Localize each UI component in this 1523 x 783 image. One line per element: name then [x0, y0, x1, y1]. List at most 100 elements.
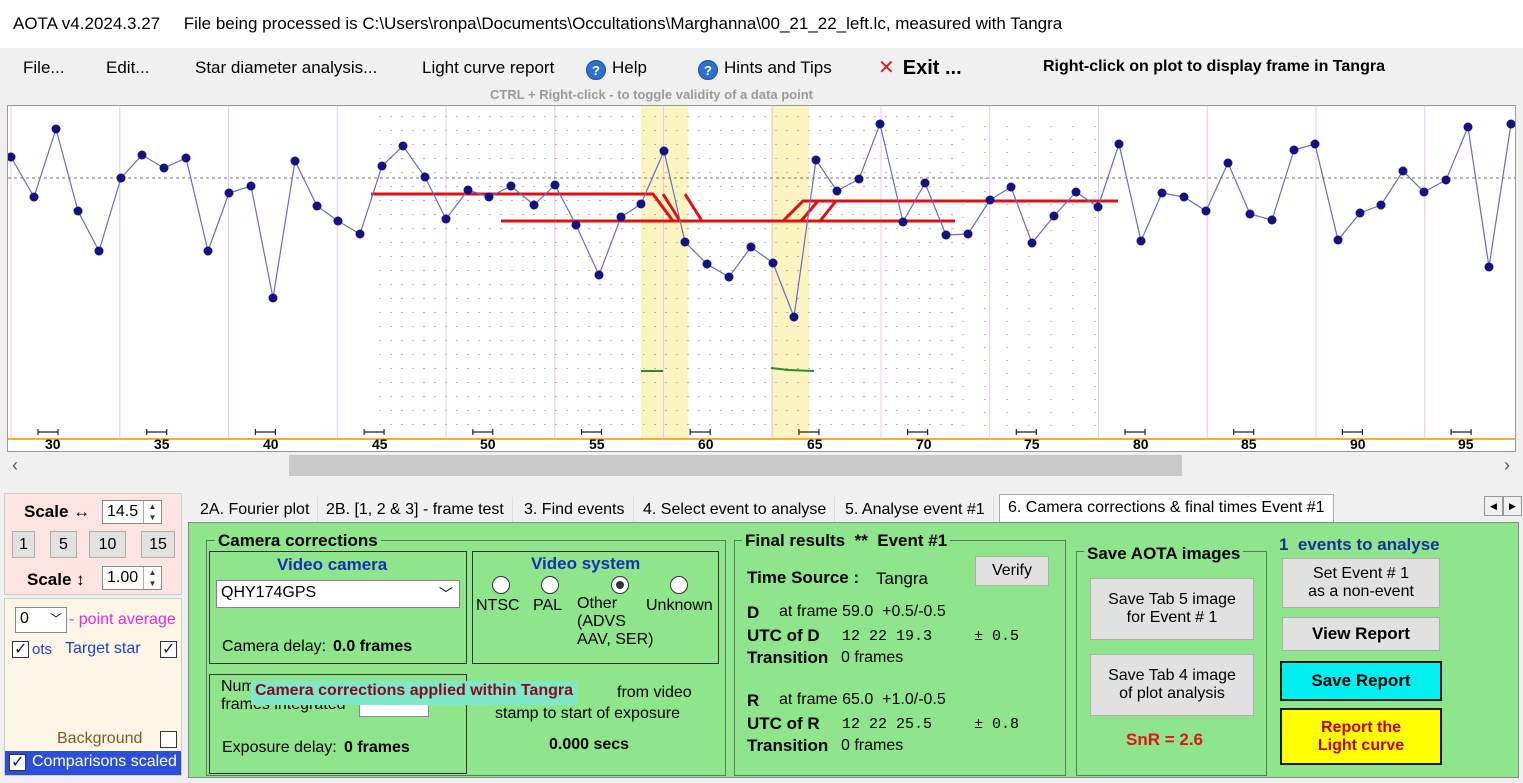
camera-select[interactable]: QHY174GPS ﹀ — [216, 580, 460, 608]
data-point — [116, 173, 126, 183]
data-point — [789, 312, 799, 322]
chevron-left-icon[interactable]: ◀ — [1484, 496, 1503, 516]
data-point — [1136, 236, 1146, 246]
stamp-to-start-label: stamp to start of exposure — [495, 705, 680, 722]
x-tick — [580, 429, 603, 435]
tab-frame-test[interactable]: 2B. [1, 2 & 3] - frame test — [318, 497, 513, 524]
tab-fourier[interactable]: 2A. Fourier plot — [192, 497, 319, 524]
comparisons-row[interactable]: Comparisons scaled — [5, 751, 181, 775]
r-frame: at frame 65.0 +1.0/-0.5 — [779, 691, 946, 708]
save-report-button[interactable]: Save Report — [1280, 661, 1442, 701]
x-tick — [689, 429, 711, 435]
data-point — [854, 174, 864, 184]
spin-arrows-icon[interactable]: ▲ ▼ — [143, 567, 161, 589]
light-curve-svg[interactable] — [6, 106, 1516, 451]
x-tick — [472, 429, 494, 435]
chevron-right-icon[interactable]: ▶ — [1503, 496, 1522, 516]
scale-button-10[interactable]: 10 — [89, 531, 126, 558]
d-letter: D — [747, 603, 760, 622]
utc-r-error: ± 0.8 — [974, 716, 1020, 733]
menu-exit[interactable]: ✕ Exit ... — [878, 55, 962, 80]
light-curve-plot[interactable] — [6, 105, 1516, 452]
tab-analyse-event[interactable]: 5. Analyse event #1 — [837, 497, 994, 524]
radio-pal[interactable] — [541, 576, 559, 594]
tab-scroll-arrows[interactable]: ◀ ▶ — [1484, 496, 1522, 516]
scrollbar-thumb[interactable] — [289, 455, 1182, 476]
camera-delay-value: 0.0 frames — [333, 638, 413, 655]
window-title: AOTA v4.2024.3.27 File being processed i… — [13, 14, 1063, 33]
time-source-label: Time Source : — [747, 568, 860, 587]
radio-ntsc[interactable] — [492, 576, 510, 594]
tab-find-events[interactable]: 3. Find events — [516, 497, 634, 524]
non-event-button[interactable]: Set Event # 1 as a non-event — [1282, 558, 1440, 608]
right-click-hint: Right-click on plot to display frame in … — [1043, 58, 1385, 75]
utc-r-value: 12 22 25.5 — [842, 716, 933, 733]
scale-button-1[interactable]: 1 — [12, 531, 35, 558]
chevron-left-icon[interactable]: ‹ — [12, 455, 18, 476]
chevron-right-icon[interactable]: › — [1504, 455, 1510, 476]
point-average-select[interactable]: 0 ﹀ — [15, 607, 67, 633]
spin-arrows-icon[interactable]: ▲ ▼ — [143, 501, 161, 523]
data-point — [1114, 139, 1124, 149]
menu-file[interactable]: File... — [23, 58, 65, 78]
pal-label: PAL — [533, 597, 563, 614]
data-point — [702, 259, 712, 269]
plot-scrollbar[interactable]: ‹ › — [7, 455, 1516, 477]
data-point — [680, 237, 690, 247]
data-point — [1398, 166, 1408, 176]
point-average-value: 0 — [20, 610, 29, 627]
view-report-button[interactable]: View Report — [1282, 617, 1440, 651]
transition-r-label: Transition — [747, 736, 829, 755]
tab-select-event[interactable]: 4. Select event to analyse — [635, 497, 836, 524]
data-point — [941, 230, 951, 240]
background-checkbox[interactable] — [160, 731, 177, 748]
utc-d-value: 12 22 19.3 — [842, 628, 933, 645]
menu-light-curve-report[interactable]: Light curve report — [422, 58, 554, 78]
dots-checkbox[interactable] — [12, 639, 29, 659]
snr-value: SnR = 2.6 — [1126, 730, 1204, 749]
scale-v-input[interactable]: 1.00 ▲ ▼ — [102, 566, 162, 590]
save-tab5-button[interactable]: Save Tab 5 image for Event # 1 — [1090, 578, 1254, 640]
data-point — [571, 220, 581, 230]
menu-star-diameter[interactable]: Star diameter analysis... — [195, 58, 377, 78]
menu-edit[interactable]: Edit... — [106, 58, 149, 78]
data-point — [550, 180, 560, 190]
data-point — [1267, 215, 1277, 225]
data-point — [746, 242, 756, 252]
verify-button[interactable]: Verify — [975, 556, 1049, 586]
camera-delay-label: Camera delay: — [222, 638, 327, 655]
x-tick — [146, 429, 168, 435]
scale-h-label: Scale ↔ — [24, 502, 91, 521]
comparisons-checkbox[interactable] — [9, 752, 26, 772]
report-light-curve-button[interactable]: Report the Light curve — [1280, 708, 1442, 765]
unknown-label: Unknown — [646, 597, 713, 614]
data-point — [29, 192, 39, 202]
data-point — [463, 185, 473, 195]
exposure-delay-label: Exposure delay: — [222, 739, 337, 756]
scale-h-value: 14.5 — [107, 503, 139, 520]
save-images-title: Save AOTA images — [1084, 544, 1244, 564]
d-frame: at frame 59.0 +0.5/-0.5 — [779, 603, 946, 620]
scale-button-5[interactable]: 5 — [50, 531, 77, 558]
scale-button-15[interactable]: 15 — [141, 531, 175, 558]
background-label: Background — [57, 730, 143, 747]
data-point — [1027, 238, 1037, 248]
target-star-checkbox[interactable] — [160, 639, 177, 659]
radio-unknown[interactable] — [670, 576, 688, 594]
scale-h-input[interactable]: 14.5 ▲ ▼ — [102, 500, 162, 524]
save-tab4-button[interactable]: Save Tab 4 image of plot analysis — [1090, 654, 1254, 716]
data-point — [6, 152, 16, 162]
chevron-down-icon: ﹀ — [49, 612, 62, 626]
data-point — [1441, 175, 1451, 185]
legend-panel: 0 ﹀ - point average ots Target star Back… — [4, 598, 182, 776]
ntsc-label: NTSC — [476, 597, 520, 614]
tab-camera-corrections[interactable]: 6. Camera corrections & final times Even… — [999, 494, 1334, 524]
menu-hints[interactable]: ? Hints and Tips — [698, 58, 832, 80]
camera-corrections-title: Camera corrections — [215, 531, 381, 551]
target-star-label: Target star — [65, 640, 141, 657]
data-point — [246, 181, 256, 191]
radio-other[interactable] — [611, 576, 629, 594]
data-point — [768, 258, 778, 268]
data-point — [1093, 202, 1103, 212]
menu-help[interactable]: ? Help — [586, 58, 647, 80]
